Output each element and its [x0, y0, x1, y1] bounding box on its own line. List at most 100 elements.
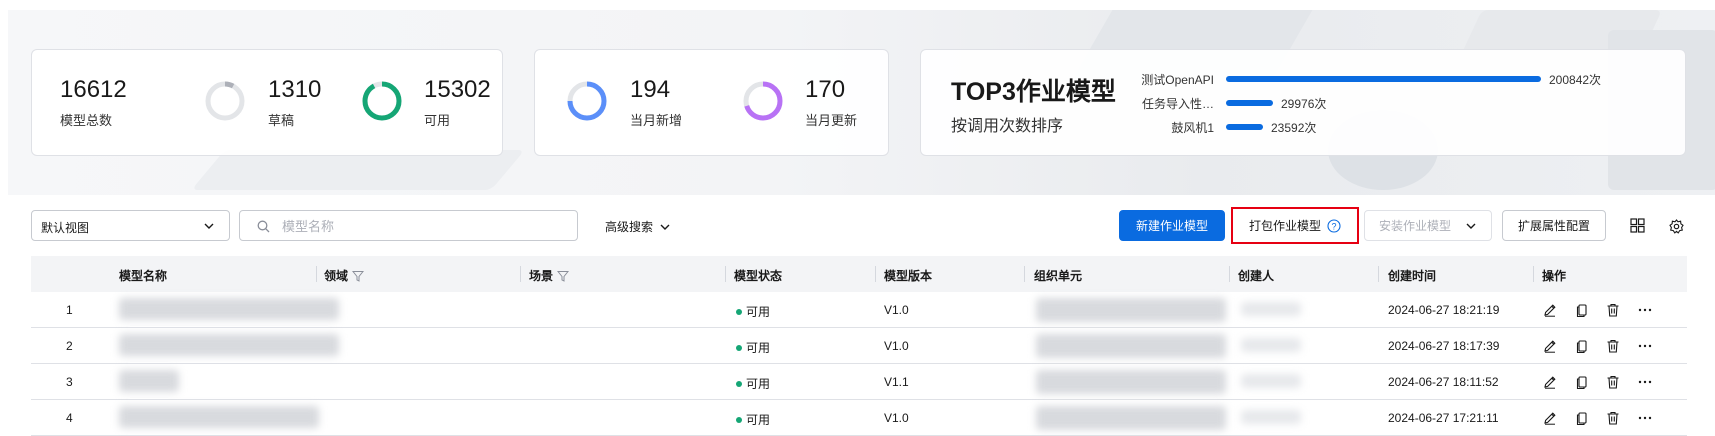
advanced-search-toggle[interactable]: 高级搜索 — [605, 218, 671, 235]
col-header-creator: 创建人 — [1238, 269, 1275, 283]
top3-item-bar — [1226, 124, 1263, 130]
banner-decoration — [191, 150, 525, 190]
column-divider — [1533, 266, 1534, 282]
top3-item-value: 23592次 — [1271, 121, 1317, 135]
col-header-domain: 领域 — [324, 267, 365, 284]
redacted-creator — [1241, 374, 1301, 388]
col-header-scene-label: 场景 — [529, 269, 554, 283]
top3-item-value: 200842次 — [1549, 73, 1602, 87]
month-update-ring-chart — [743, 81, 783, 121]
month-update-label: 当月更新 — [805, 113, 858, 128]
col-header-version: 模型版本 — [884, 269, 933, 283]
more-icon[interactable] — [1637, 302, 1653, 318]
row-status-label: 可用 — [746, 305, 771, 319]
chevron-down-icon — [204, 223, 214, 229]
top3-item-name: 测试OpenAPI — [1141, 73, 1214, 87]
top3-item-bar — [1226, 100, 1273, 106]
available-value: 15302 — [424, 76, 491, 103]
column-divider — [725, 266, 726, 282]
row-status: 可用 — [736, 303, 770, 320]
row-created-time: 2024-06-27 17:21:11 — [1388, 411, 1499, 425]
redacted-creator — [1241, 302, 1301, 316]
column-divider — [520, 266, 521, 282]
available-ring-chart — [362, 81, 402, 121]
view-select[interactable]: 默认视图 — [31, 210, 230, 241]
row-index: 2 — [66, 339, 73, 353]
row-version: V1.1 — [884, 375, 909, 389]
new-model-button[interactable]: 新建作业模型 — [1119, 210, 1225, 241]
row-version: V1.0 — [884, 411, 909, 425]
redacted-model-name — [119, 298, 339, 320]
more-icon[interactable] — [1637, 374, 1653, 390]
row-status-label: 可用 — [746, 341, 771, 355]
view-select-value: 默认视图 — [41, 221, 90, 235]
column-divider — [316, 266, 317, 282]
row-version: V1.0 — [884, 303, 909, 317]
more-icon[interactable] — [1637, 338, 1653, 354]
row-status: 可用 — [736, 339, 770, 356]
copy-icon[interactable] — [1574, 410, 1590, 426]
row-index: 4 — [66, 411, 73, 425]
edit-icon[interactable] — [1542, 374, 1558, 390]
month-new-label: 当月新增 — [630, 113, 683, 128]
model-name-search[interactable] — [239, 210, 578, 241]
row-created-time: 2024-06-27 18:11:52 — [1388, 375, 1499, 389]
edit-icon[interactable] — [1542, 410, 1558, 426]
column-divider — [1378, 266, 1379, 282]
draft-value: 1310 — [268, 76, 322, 103]
status-dot — [736, 417, 742, 423]
copy-icon[interactable] — [1574, 302, 1590, 318]
col-header-name: 模型名称 — [119, 269, 168, 283]
delete-icon[interactable] — [1605, 302, 1621, 318]
gear-icon[interactable] — [1669, 219, 1684, 234]
top3-item-name: 任务导入性… — [1141, 97, 1214, 111]
month-new-value: 194 — [630, 76, 671, 103]
stat-card-monthly: 194 当月新增 170 当月更新 — [534, 49, 889, 156]
edit-icon[interactable] — [1542, 338, 1558, 354]
table-row[interactable]: 1 可用 V1.0 2024-06-27 18:21:19 — [31, 292, 1687, 328]
delete-icon[interactable] — [1605, 338, 1621, 354]
row-created-time: 2024-06-27 18:17:39 — [1388, 339, 1500, 353]
install-model-dropdown[interactable]: 安装作业模型 — [1364, 210, 1492, 241]
status-dot — [736, 345, 742, 351]
copy-icon[interactable] — [1574, 338, 1590, 354]
more-icon[interactable] — [1637, 410, 1653, 426]
row-status: 可用 — [736, 375, 770, 392]
redacted-model-name — [119, 406, 319, 428]
total-models-label: 模型总数 — [60, 113, 113, 128]
search-icon — [257, 220, 270, 233]
row-status-label: 可用 — [746, 377, 771, 391]
available-label: 可用 — [424, 113, 451, 128]
top3-item-bar — [1226, 76, 1541, 82]
total-models-value: 16612 — [60, 76, 127, 103]
col-header-actions: 操作 — [1542, 269, 1567, 283]
month-new-ring-chart — [567, 81, 607, 121]
filter-icon[interactable] — [557, 270, 570, 282]
row-status: 可用 — [736, 411, 770, 428]
top3-subtitle: 按调用次数排序 — [951, 118, 1064, 135]
delete-icon[interactable] — [1605, 410, 1621, 426]
table-row[interactable]: 3 可用 V1.1 2024-06-27 18:11:52 — [31, 364, 1687, 400]
redacted-creator — [1241, 338, 1301, 352]
extend-attribute-button[interactable]: 扩展属性配置 — [1502, 210, 1606, 241]
redacted-model-name — [119, 370, 179, 392]
install-model-label: 安装作业模型 — [1378, 219, 1451, 233]
search-input[interactable] — [280, 217, 564, 236]
status-dot — [736, 381, 742, 387]
redacted-creator — [1241, 410, 1301, 424]
row-created-time: 2024-06-27 18:21:19 — [1388, 303, 1500, 317]
top3-item-value: 29976次 — [1281, 97, 1327, 111]
redacted-model-name — [119, 334, 339, 356]
column-divider — [1229, 266, 1230, 282]
row-index: 1 — [66, 303, 73, 317]
chevron-down-icon — [660, 224, 670, 230]
copy-icon[interactable] — [1574, 374, 1590, 390]
table-row[interactable]: 2 可用 V1.0 2024-06-27 18:17:39 — [31, 328, 1687, 364]
edit-icon[interactable] — [1542, 302, 1558, 318]
filter-icon[interactable] — [352, 270, 365, 282]
redacted-org-unit — [1036, 370, 1226, 394]
grid-view-icon[interactable] — [1630, 218, 1645, 233]
delete-icon[interactable] — [1605, 374, 1621, 390]
col-header-org: 组织单元 — [1034, 269, 1083, 283]
col-header-domain-label: 领域 — [324, 269, 349, 283]
